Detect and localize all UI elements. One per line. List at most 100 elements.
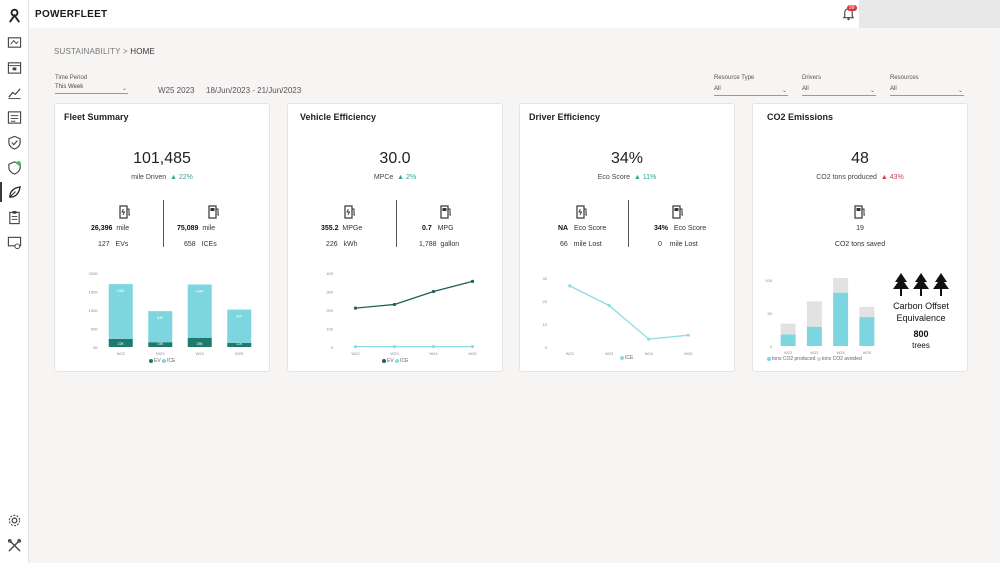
data-point bbox=[647, 337, 651, 341]
powerfleet-logo-icon[interactable] bbox=[7, 8, 22, 23]
data-label: 90K bbox=[236, 315, 243, 319]
left-nav-rail bbox=[0, 0, 29, 563]
ice-count: 658 ICEs bbox=[184, 241, 217, 248]
y-tick-label: 20 bbox=[543, 299, 548, 304]
drivers-select[interactable]: All ⌄ bbox=[802, 86, 876, 96]
time-period-select[interactable]: This Week ⌄ bbox=[55, 84, 128, 94]
x-tick-label: W24 bbox=[837, 350, 846, 355]
fleet-summary-chart: 0K 50K 100K 150K 200K W22 W23 W24 W25 22K 148K 13K 8… bbox=[85, 269, 265, 357]
sustainability-leaf-icon[interactable] bbox=[7, 185, 22, 200]
fleet-total-subtitle: mile Driven ▲ 22% bbox=[131, 174, 193, 181]
breadcrumb-page: HOME bbox=[130, 47, 156, 56]
resources-label: Resources bbox=[890, 75, 919, 81]
x-tick-label: W22 bbox=[566, 351, 575, 356]
drivers-label: Drivers bbox=[802, 75, 821, 81]
fuel-pump-icon bbox=[854, 205, 866, 219]
ice-mpg: 0.7 MPG bbox=[422, 225, 454, 232]
data-label: 148K bbox=[117, 289, 126, 293]
chevron-down-icon: ⌄ bbox=[121, 86, 127, 92]
x-tick-label: W25 bbox=[468, 351, 477, 356]
user-menu[interactable] bbox=[859, 0, 1000, 28]
breadcrumb-separator: > bbox=[122, 47, 128, 56]
co2-delta: ▲ 43% bbox=[880, 174, 904, 181]
data-point bbox=[392, 345, 397, 349]
co2-emissions-chart: 0 50 100 W22 W23 W24 W25 bbox=[761, 276, 886, 356]
series-line-ice bbox=[355, 280, 473, 309]
y-tick-label: 150K bbox=[89, 290, 99, 295]
driver-efficiency-subtitle: Eco Score ▲ 11% bbox=[597, 174, 657, 181]
chevron-down-icon: ⌄ bbox=[957, 88, 963, 94]
vehicle-delta: ▲ 2% bbox=[397, 174, 417, 181]
y-tick-label: 10 bbox=[543, 322, 548, 327]
reports-icon[interactable] bbox=[7, 110, 22, 125]
safety-badge-icon[interactable] bbox=[7, 160, 22, 175]
bar-segment bbox=[806, 326, 822, 346]
ev-mile-lost: 66 mile Lost bbox=[560, 241, 602, 248]
data-label: 25K bbox=[197, 342, 204, 346]
x-tick-label: W25 bbox=[684, 351, 693, 356]
clipboard-icon[interactable] bbox=[7, 210, 22, 225]
time-period-label: Time Period bbox=[55, 75, 88, 81]
co2-saved-unit: CO2 tons saved bbox=[834, 241, 886, 248]
ev-count: 127 EVs bbox=[98, 241, 129, 248]
data-label: 84K bbox=[157, 316, 164, 320]
vehicle-chart-legend: EV ICE bbox=[382, 358, 408, 364]
vehicle-efficiency-chart: 0 100 200 300 400 W22 W23 W24 W25 bbox=[318, 269, 498, 357]
card-divider bbox=[628, 200, 629, 247]
carbon-offset-title: Carbon Offset Equivalence bbox=[893, 301, 949, 323]
x-tick-label: W22 bbox=[784, 350, 793, 355]
y-tick-label: 50 bbox=[768, 311, 773, 316]
data-point bbox=[353, 345, 358, 349]
fleet-summary-card[interactable]: Fleet Summary 101,485 mile Driven ▲ 22% … bbox=[54, 103, 270, 372]
driver-efficiency-card[interactable]: Driver Efficiency 34% Eco Score ▲ 11% NA… bbox=[519, 103, 735, 372]
device-settings-icon[interactable] bbox=[7, 235, 22, 250]
bar-segment bbox=[806, 301, 822, 327]
week-label: W25 2023 bbox=[158, 86, 195, 95]
card-title: Driver Efficiency bbox=[529, 112, 601, 122]
data-point bbox=[431, 345, 436, 349]
series-line-ice bbox=[569, 285, 689, 340]
data-point bbox=[568, 284, 572, 288]
y-tick-label: 50K bbox=[91, 327, 98, 332]
fuel-pump-icon bbox=[208, 205, 220, 219]
y-tick-label: 0 bbox=[770, 344, 773, 349]
map-icon[interactable] bbox=[7, 35, 22, 50]
shield-check-icon[interactable] bbox=[7, 135, 22, 150]
breadcrumb-section[interactable]: SUSTAINABILITY bbox=[54, 47, 121, 56]
x-tick-label: W24 bbox=[196, 351, 205, 356]
y-tick-label: 0K bbox=[93, 345, 98, 350]
ev-mpge: 355.2 MPGe bbox=[321, 225, 363, 232]
co2-emissions-card[interactable]: CO2 Emissions 48 CO2 tons produced ▲ 43%… bbox=[752, 103, 968, 372]
fuel-pump-icon bbox=[672, 205, 684, 219]
vehicle-efficiency-value: 30.0 bbox=[379, 150, 411, 167]
chevron-down-icon: ⌄ bbox=[869, 88, 875, 94]
trees-value: 800 bbox=[913, 329, 929, 339]
calendar-icon[interactable] bbox=[7, 60, 22, 75]
data-point bbox=[431, 289, 436, 294]
ice-distance: 75,089 mile bbox=[177, 225, 216, 232]
co2-saved-value: 19 bbox=[856, 225, 864, 232]
x-tick-label: W23 bbox=[156, 351, 165, 356]
card-title: Vehicle Efficiency bbox=[300, 112, 377, 122]
fleet-chart-legend: EV ICE bbox=[149, 358, 175, 364]
data-point bbox=[686, 333, 690, 337]
bar-segment bbox=[780, 323, 796, 335]
fleet-total-distance: 101,485 bbox=[133, 150, 191, 167]
resources-select[interactable]: All ⌄ bbox=[890, 86, 964, 96]
driver-delta: ▲ 11% bbox=[633, 174, 657, 181]
x-tick-label: W24 bbox=[429, 351, 438, 356]
ev-eco-score: NA Eco Score bbox=[558, 225, 607, 232]
y-tick-label: 400 bbox=[326, 271, 333, 276]
data-label: 13K bbox=[157, 342, 164, 346]
vehicle-efficiency-card[interactable]: Vehicle Efficiency 30.0 MPCe ▲ 2% 355.2 … bbox=[287, 103, 503, 372]
analytics-icon[interactable] bbox=[7, 85, 22, 100]
data-label: 22K bbox=[118, 342, 125, 346]
resource-type-select[interactable]: All ⌄ bbox=[714, 86, 788, 96]
settings-gear-icon[interactable] bbox=[7, 513, 22, 528]
tools-icon[interactable] bbox=[7, 538, 22, 553]
card-divider bbox=[163, 200, 164, 247]
chevron-down-icon: ⌄ bbox=[781, 88, 787, 94]
x-tick-label: W22 bbox=[117, 351, 126, 356]
fleet-delta: ▲ 22% bbox=[170, 174, 193, 181]
y-tick-label: 200 bbox=[326, 308, 333, 313]
